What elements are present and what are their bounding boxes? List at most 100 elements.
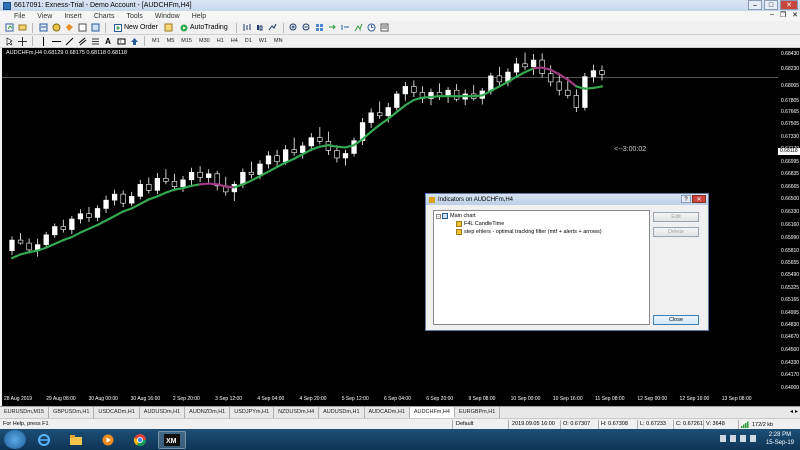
window-maximize-button[interactable]: □ [764,0,778,10]
menu-view[interactable]: View [37,13,52,20]
chart-tab[interactable]: AUDCHFm,H4 [409,407,455,418]
templates-icon[interactable] [380,23,390,33]
chart-tab[interactable]: AUDUSDm,H1 [319,407,365,418]
trendline-icon[interactable] [64,36,74,46]
menu-tools[interactable]: Tools [126,13,142,20]
menu-insert[interactable]: Insert [64,13,82,20]
chart-minimize-button[interactable]: – [770,11,774,19]
tab-scroll-left-icon[interactable]: ◂ [790,408,793,415]
tray-network-icon[interactable] [740,435,746,442]
timeframe-h1[interactable]: H1 [215,38,226,44]
horizontal-line-icon[interactable] [51,36,61,46]
metaeditor-icon[interactable] [164,23,174,33]
text-label-icon[interactable]: T [116,36,126,46]
dialog-close-x-button[interactable]: ✕ [692,195,706,203]
taskbar-internet-explorer[interactable] [30,431,58,449]
close-button[interactable]: Close [653,315,699,325]
menu-charts[interactable]: Charts [94,13,115,20]
tray-flag-icon[interactable] [730,435,736,442]
fibonacci-icon[interactable] [90,36,100,46]
taskbar-media-player[interactable] [94,431,122,449]
autoscroll-icon[interactable] [328,23,338,33]
delete-button[interactable]: Delete [653,227,699,237]
tray-clock[interactable]: 2:28 PM 15-Sep-19 [766,431,794,447]
filter-line-segment [472,94,484,98]
new-chart-icon[interactable] [4,23,14,33]
status-help: For Help, press F1 [3,421,49,427]
chart-tab[interactable]: NZDUSDm,H4 [274,407,320,418]
cursor-icon[interactable] [4,36,14,46]
edit-button[interactable]: Edit [653,212,699,222]
timeframe-mn[interactable]: MN [272,38,285,44]
timeframe-m30[interactable]: M30 [197,38,212,44]
chart-tab[interactable]: EURUSDm,M15 [0,407,50,418]
chart-shift-icon[interactable] [341,23,351,33]
tree-item-candletime[interactable]: F4L CandleTime [456,221,504,227]
candle-body [265,155,272,165]
timeframe-m1[interactable]: M1 [150,38,162,44]
timeframe-h4[interactable]: H4 [229,38,240,44]
profiles-icon[interactable] [17,23,27,33]
text-tool-icon[interactable]: A [103,36,113,46]
time-axis-label: 5 Sep 12:00 [341,396,369,402]
filter-line-segment [327,144,339,148]
taskbar-file-explorer[interactable] [62,431,90,449]
tile-windows-icon[interactable] [315,23,325,33]
status-connection[interactable]: 172/2 kb [741,421,773,428]
chart-tab[interactable]: USDJPYm,H1 [230,407,275,418]
timeframe-w1[interactable]: W1 [257,38,269,44]
zoom-out-icon[interactable] [302,23,312,33]
timeframe-m5[interactable]: M5 [165,38,177,44]
chart-restore-button[interactable]: ❐ [780,11,786,19]
tray-arrow-icon[interactable] [720,435,726,442]
window-minimize-button[interactable]: – [748,0,762,10]
chart-tab[interactable]: AUDNZDm,H1 [185,407,231,418]
menu-file[interactable]: File [14,13,25,20]
taskbar-xm-terminal[interactable]: XM [158,430,186,449]
toolbar-separator [144,36,145,46]
indicators-icon[interactable]: + [354,23,364,33]
toolbar-separator [235,22,237,33]
chart-tab[interactable]: GBPUSDm,H1 [49,407,95,418]
zoom-in-icon[interactable] [289,23,299,33]
chart-tab[interactable]: USDCADm,H1 [94,407,140,418]
terminal-icon[interactable] [77,23,87,33]
line-chart-icon[interactable] [268,23,278,33]
vertical-line-icon[interactable] [38,36,48,46]
strategy-tester-icon[interactable] [90,23,100,33]
data-window-icon[interactable] [51,23,61,33]
new-order-button[interactable]: New Order [111,22,161,33]
candlestick-chart-icon[interactable] [255,23,265,33]
dialog-help-button[interactable]: ? [681,195,691,203]
tree-root-main-chart[interactable]: − Main chart [436,213,476,219]
status-profile[interactable]: Default [456,421,473,427]
chart-tab[interactable]: AUDUSDm,H1 [140,407,186,418]
chart-close-button[interactable]: ✕ [792,11,798,19]
candle-body [334,150,340,159]
chart-tab[interactable]: AUDCADm,H1 [365,407,410,418]
periods-icon[interactable] [367,23,377,33]
channel-icon[interactable] [77,36,87,46]
arrow-tool-icon[interactable] [129,36,139,46]
timeframe-m15[interactable]: M15 [179,38,194,44]
menu-window[interactable]: Window [155,13,180,20]
filter-line-segment [147,195,159,201]
chart-tab[interactable]: EURGBPm,H1 [455,407,501,418]
indicators-tree[interactable]: − Main chart F4L CandleTime step ehlers … [433,210,650,325]
navigator-icon[interactable] [64,23,74,33]
dialog-titlebar[interactable]: Indicators on AUDCHFm,H4 ? ✕ [426,194,708,205]
taskbar-chrome[interactable] [126,431,154,449]
tab-scroll-right-icon[interactable]: ▸ [795,408,798,415]
tree-item-ehlers-filter[interactable]: step ehlers - optimal tracking filter (m… [456,229,602,235]
bar-chart-icon[interactable] [242,23,252,33]
start-button[interactable] [4,430,26,449]
collapse-icon[interactable]: − [436,213,441,219]
menu-help[interactable]: Help [192,13,206,20]
tray-volume-icon[interactable] [750,435,756,442]
time-axis-label: 29 Aug 08:00 [46,396,76,402]
market-watch-icon[interactable] [38,23,48,33]
autotrading-button[interactable]: AutoTrading [177,22,231,33]
crosshair-icon[interactable] [17,36,27,46]
timeframe-d1[interactable]: D1 [243,38,254,44]
window-close-button[interactable]: ✕ [780,0,798,10]
